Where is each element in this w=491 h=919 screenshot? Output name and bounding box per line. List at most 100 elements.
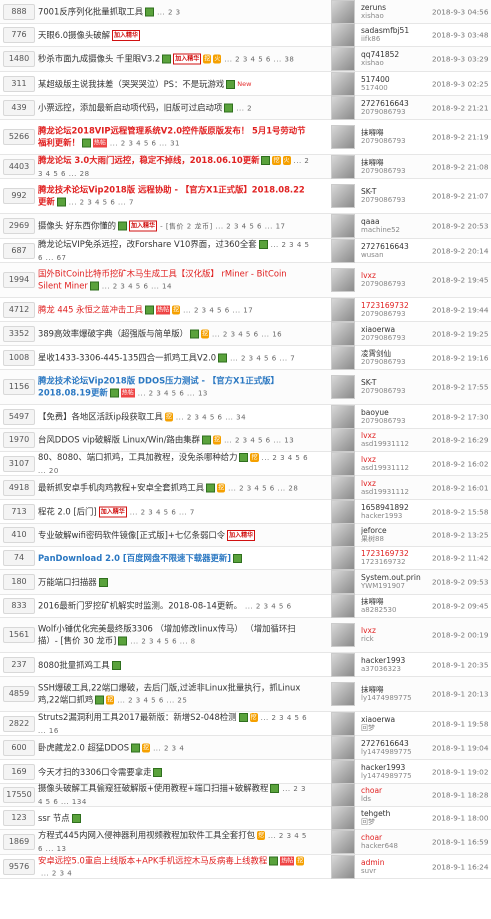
last-poster-name[interactable]: 2079086793 bbox=[361, 196, 429, 205]
author-name[interactable]: lvxz bbox=[361, 271, 429, 280]
avatar[interactable] bbox=[331, 570, 355, 594]
avatar[interactable] bbox=[331, 759, 355, 784]
author-name[interactable]: hacker1993 bbox=[361, 656, 429, 665]
page-links[interactable]: ... 2 3 4 5 6 ... 13 bbox=[224, 437, 294, 445]
author-name[interactable]: qq741852 bbox=[361, 50, 429, 59]
last-poster-name[interactable]: lds bbox=[361, 795, 429, 804]
thread-row[interactable]: 311 某超级版主说我抹差（哭哭哭泣）PS：不是玩游戏 New 517400 51740… bbox=[0, 71, 491, 96]
thread-row[interactable]: 169 今天才扫的3306口令需要拿走 hacker1993 ly1474989775… bbox=[0, 759, 491, 784]
thread-row[interactable]: 1561 Wolf小锤优化完美最终版3306 （增加修改linux传马） （增加循… bbox=[0, 618, 491, 653]
author-name[interactable]: 抹嘚嘚 bbox=[361, 128, 429, 137]
author-name[interactable]: qaaa bbox=[361, 217, 429, 226]
thread-title-link[interactable]: Struts2漏洞利用工具2017最新版：新增S2-048检测 bbox=[38, 712, 237, 722]
avatar[interactable] bbox=[331, 404, 355, 429]
page-links[interactable]: ... 2 3 4 5 6 ... 28 bbox=[228, 484, 298, 492]
page-links[interactable]: ... 2 3 4 5 6 ... 13 bbox=[138, 390, 208, 398]
thread-title-link[interactable]: 方程式445内网入侵神器利用视频教程加软件工具全套打包 bbox=[38, 830, 255, 840]
thread-title-link[interactable]: 最新抓安卓手机肉鸡教程+安卓全套抓鸡工具 bbox=[38, 482, 204, 492]
thread-row[interactable]: 237 8080批量抓鸡工具 hacker1993 a37036323 2018-9-1… bbox=[0, 652, 491, 677]
thread-row[interactable]: 833 2016最新门罗挖矿机解实时监测。2018-08-14更新。... 2 3… bbox=[0, 594, 491, 618]
page-links[interactable]: ... 2 bbox=[236, 104, 252, 112]
last-poster-name[interactable]: 2079086793 bbox=[361, 387, 429, 396]
author-name[interactable]: lvxz bbox=[361, 431, 429, 440]
avatar[interactable] bbox=[331, 623, 355, 647]
avatar[interactable] bbox=[331, 23, 355, 47]
page-links[interactable]: ... 2 3 4 bbox=[153, 744, 184, 752]
thread-row[interactable]: 2822 Struts2漏洞利用工具2017最新版：新增S2-048检测挖... … bbox=[0, 711, 491, 736]
thread-title-link[interactable]: 摄像头破解工具偷窥狂破解版+使用教程+端口扫描+破解教程 bbox=[38, 783, 268, 793]
thread-row[interactable]: 2969 摄像头 好东西你懂的 加入精华 - [售价 2 龙币] ... 2 3 4 … bbox=[0, 214, 491, 239]
author-name[interactable]: tehgeth bbox=[361, 809, 429, 818]
avatar[interactable] bbox=[331, 546, 355, 570]
avatar[interactable] bbox=[331, 125, 355, 149]
thread-row[interactable]: 992 腾龙技术论坛Vip2018版 远程协助 - 【官方X1正式版】2018.0… bbox=[0, 179, 491, 214]
thread-row[interactable]: 888 7001反序列化批量抓取工具 ... 2 3 zeruns xishao 2018… bbox=[0, 0, 491, 24]
avatar[interactable] bbox=[331, 375, 355, 399]
last-poster-name[interactable]: 2079086793 bbox=[361, 417, 429, 426]
last-poster-name[interactable]: xishao bbox=[361, 12, 429, 21]
thread-title-link[interactable]: 卧虎藏龙2.0 超猛DDOS bbox=[38, 742, 129, 752]
avatar[interactable] bbox=[331, 735, 355, 760]
thread-title-link[interactable]: 天眼6.0摄像头破解 bbox=[38, 30, 110, 40]
thread-row[interactable]: 4403 腾龙论坛 3.0大雨门远控，稳定不掉线，2018.06.10更新挖火..… bbox=[0, 154, 491, 179]
page-links[interactable]: ... 2 3 4 5 6 ... 7 bbox=[130, 508, 195, 516]
page-links[interactable]: ... 2 3 4 5 6 ... 14 bbox=[102, 283, 172, 291]
thread-row[interactable]: 3352 389高效率爆破字典（超强版与简单版） 挖... 2 3 4 5 6 ..… bbox=[0, 321, 491, 346]
thread-row[interactable]: 4712 腾龙 445 永恒之蓝冲击工具 热帖挖... 2 3 4 5 6 ... … bbox=[0, 297, 491, 322]
thread-row[interactable]: 410 专业破解wifi密码软件镜像[正式版]+七亿条弱口令 加入精华 jeforce… bbox=[0, 523, 491, 547]
thread-title-link[interactable]: 389高效率爆破字典（超强版与简单版） bbox=[38, 328, 188, 338]
thread-title-link[interactable]: 安卓远控5.0重启上线版本+APK手机远控木马反病毒上线教程 bbox=[38, 855, 267, 865]
author-name[interactable]: xiaoerwa bbox=[361, 325, 429, 334]
thread-title-link[interactable]: 腾龙论坛VIP免杀远控，改Forshare V10界面，过360全套 bbox=[38, 239, 257, 249]
thread-title-link[interactable]: 【免费】各地区活跃ip段获取工具 bbox=[38, 411, 163, 421]
author-name[interactable]: SK-T bbox=[361, 187, 429, 196]
avatar[interactable] bbox=[331, 71, 355, 96]
last-poster-name[interactable]: ly1474989775 bbox=[361, 694, 429, 703]
last-poster-name[interactable]: asd19931112 bbox=[361, 440, 429, 449]
avatar[interactable] bbox=[331, 345, 355, 370]
last-poster-name[interactable]: 2079086793 bbox=[361, 137, 429, 146]
thread-title-link[interactable]: 秒杀市面九成摄像头 千里眼V3.2 bbox=[38, 54, 160, 64]
thread-row[interactable]: 5497 【免费】各地区活跃ip段获取工具挖... 2 3 4 5 6 ... 3… bbox=[0, 404, 491, 429]
thread-row[interactable]: 123 ssr 节点 tehgeth 回梦 2018-9-1 18:00 bbox=[0, 806, 491, 830]
author-name[interactable]: hacker1993 bbox=[361, 763, 429, 772]
avatar[interactable] bbox=[331, 854, 355, 879]
last-poster-name[interactable]: 2079086793 bbox=[361, 167, 429, 176]
thread-row[interactable]: 4859 SSH爆破工具,22端口爆破，去后门版,过滤非Linux批量执行，抓Li… bbox=[0, 677, 491, 712]
last-poster-name[interactable]: ly1474989775 bbox=[361, 772, 429, 781]
last-poster-name[interactable]: iifk86 bbox=[361, 35, 429, 44]
thread-title-link[interactable]: 程花 2.0 [后门] bbox=[38, 506, 97, 516]
avatar[interactable] bbox=[331, 594, 355, 618]
author-name[interactable]: 1723169732 bbox=[361, 549, 429, 558]
avatar[interactable] bbox=[331, 783, 355, 807]
author-name[interactable]: 2727616643 bbox=[361, 739, 429, 748]
avatar[interactable] bbox=[331, 830, 355, 854]
last-poster-name[interactable]: ly1474989775 bbox=[361, 748, 429, 757]
thread-title-link[interactable]: 星收1433-3306-445-135四合一抓鸡工具V2.0 bbox=[38, 352, 216, 362]
author-name[interactable]: 抹嘚嘚 bbox=[361, 597, 429, 606]
avatar[interactable] bbox=[331, 95, 355, 120]
thread-title-link[interactable]: PanDownload 2.0 [百度网盘不限速下载器更新] bbox=[38, 553, 231, 563]
thread-title-link[interactable]: 7001反序列化批量抓取工具 bbox=[38, 6, 143, 16]
author-name[interactable]: lvxz bbox=[361, 479, 429, 488]
thread-row[interactable]: 180 万能端口扫描器 System.out.prin YWM191907 2018-9… bbox=[0, 570, 491, 595]
last-poster-name[interactable]: 517400 bbox=[361, 84, 429, 93]
author-name[interactable]: 抹嘚嘚 bbox=[361, 685, 429, 694]
thread-row[interactable]: 1156 腾龙技术论坛Vip2018版 DDOS压力测试 - 【官方X1正式版】2… bbox=[0, 370, 491, 405]
avatar[interactable] bbox=[331, 499, 355, 524]
last-poster-name[interactable]: 2079086793 bbox=[361, 108, 429, 117]
thread-title-link[interactable]: 小票远控，添加最新启动项代码，旧版可过启动项 bbox=[38, 102, 222, 112]
last-poster-name[interactable]: 1723169732 bbox=[361, 558, 429, 567]
author-name[interactable]: System.out.prin bbox=[361, 573, 429, 582]
author-name[interactable]: admin bbox=[361, 858, 429, 867]
page-links[interactable]: ... 2 3 4 5 6 ... 38 bbox=[224, 56, 294, 64]
last-poster-name[interactable]: machine52 bbox=[361, 226, 429, 235]
page-links[interactable]: ... 2 3 4 5 6 ... 8 bbox=[130, 638, 195, 646]
avatar[interactable] bbox=[331, 475, 355, 500]
author-name[interactable]: 1658941892 bbox=[361, 503, 429, 512]
avatar[interactable] bbox=[331, 268, 355, 292]
thread-title-link[interactable]: 今天才扫的3306口令需要拿走 bbox=[38, 767, 151, 777]
thread-row[interactable]: 687 腾龙论坛VIP免杀远控，改Forshare V10界面，过360全套...… bbox=[0, 238, 491, 263]
avatar[interactable] bbox=[331, 806, 355, 830]
thread-row[interactable]: 3107 80、8080、端口抓鸡，工具加教程，没免杀哪种给力挖... 2 3 4… bbox=[0, 451, 491, 476]
